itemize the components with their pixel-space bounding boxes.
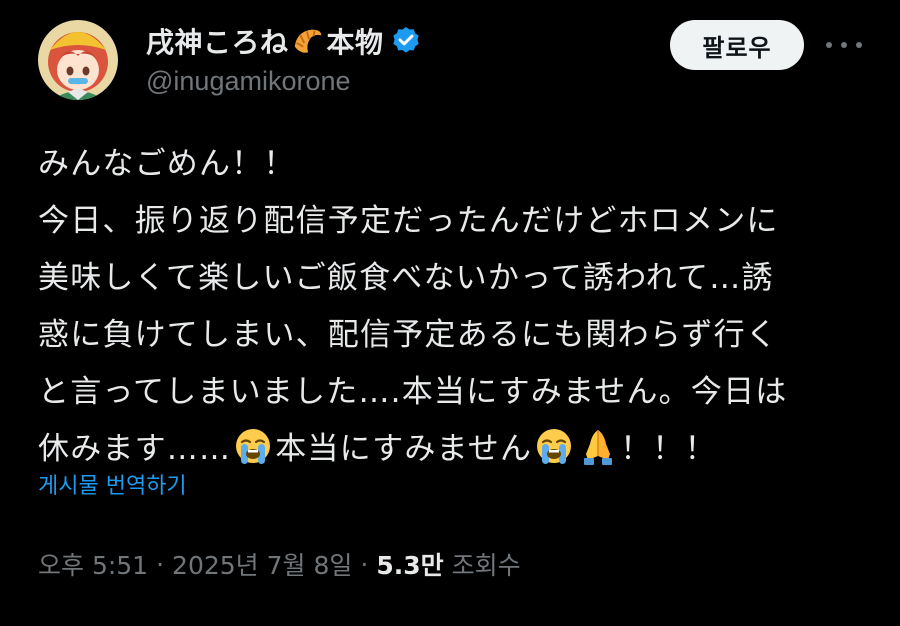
more-dot (841, 42, 847, 48)
more-options-icon[interactable] (826, 30, 862, 60)
author-name-row[interactable]: 戌神ころね 本物 (146, 20, 422, 62)
tweet-line: 今日、振り返り配信予定だったんだけどホロメンに (38, 203, 779, 239)
meta-separator: · (360, 549, 369, 579)
meta-separator: · (156, 549, 165, 579)
tweet-card: 戌神ころね 本物 @inugamikorone 팔로우 みんなごめん！！ 今日、… (0, 0, 900, 626)
avatar[interactable] (38, 20, 118, 100)
tweet-text-segment: 休みます…… (38, 431, 232, 467)
translate-post-link[interactable]: 게시물 번역하기 (38, 468, 187, 500)
loudly-crying-face-icon (233, 426, 273, 466)
views-count: 5.3만 (376, 551, 444, 580)
croissant-icon (291, 24, 325, 58)
tweet-line: みんなごめん！！ (38, 146, 296, 182)
tweet-text-segment: 本当にすみません (275, 431, 533, 467)
tweet-meta: 오후 5:51 · 2025년 7월 8일 · 5.3만 조회수 (38, 544, 521, 584)
views-label: 조회수 (451, 551, 521, 580)
follow-button[interactable]: 팔로우 (670, 20, 804, 70)
loudly-crying-face-icon (534, 426, 574, 466)
more-dot (826, 42, 832, 48)
tweet-time[interactable]: 오후 5:51 (38, 546, 148, 582)
tweet-line: 美味しくて楽しいご飯食べないかって誘われて…誘 (38, 260, 774, 296)
tweet-text: みんなごめん！！ 今日、振り返り配信予定だったんだけどホロメンに 美味しくて楽し… (38, 136, 878, 478)
verified-badge-icon[interactable] (390, 25, 422, 57)
folded-hands-icon (578, 426, 618, 466)
tweet-line: と言ってしまいました….本当にすみません。今日は (38, 374, 788, 410)
author-handle[interactable]: @inugamikorone (146, 66, 351, 97)
tweet-text-segment: ！！！ (620, 431, 717, 467)
avatar-icon (38, 20, 118, 100)
author-display-name[interactable]: 戌神ころね (146, 21, 289, 61)
tweet-date[interactable]: 2025년 7월 8일 (172, 546, 352, 582)
more-dot (856, 42, 862, 48)
tweet-line: 惑に負けてしまい、配信予定あるにも関わらず行く (38, 317, 778, 353)
author-name-suffix[interactable]: 本物 (327, 21, 384, 61)
